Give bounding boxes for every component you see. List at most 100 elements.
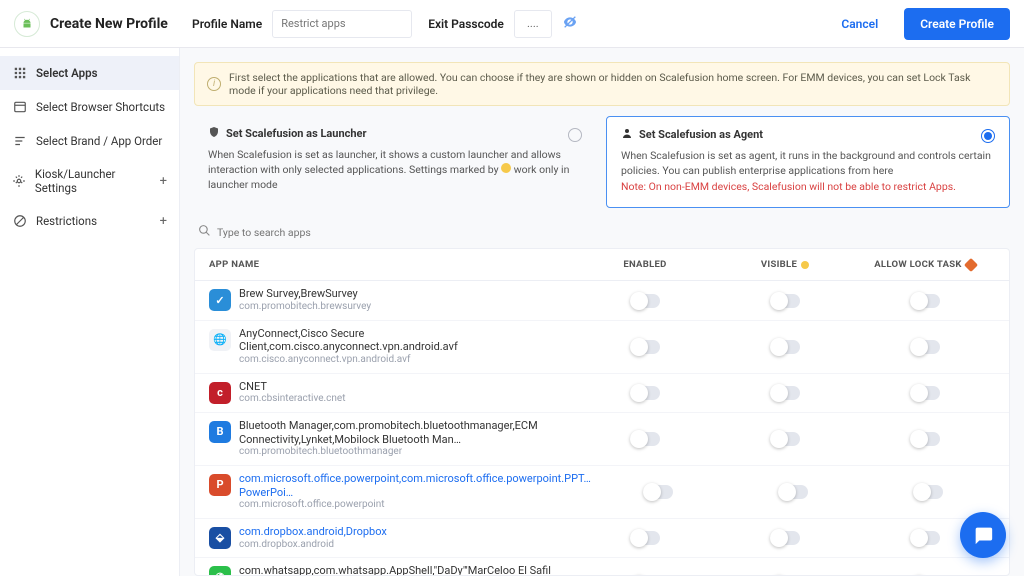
- app-package: com.cbsinteractive.cnet: [239, 393, 346, 406]
- apps-table: APP NAME ENABLED VISIBLE ALLOW LOCK TASK…: [194, 248, 1010, 576]
- toggle-visible[interactable]: [770, 531, 800, 545]
- brand: Create New Profile: [14, 11, 176, 37]
- search-icon: [198, 224, 211, 240]
- banner-text: First select the applications that are a…: [229, 71, 997, 97]
- expand-icon[interactable]: +: [160, 174, 167, 189]
- app-link[interactable]: PowerPoi…: [239, 486, 293, 499]
- list-icon: [12, 133, 28, 149]
- toggle-lock[interactable]: [913, 485, 943, 499]
- app-name: com.microsoft.office.powerpoint,com.micr…: [239, 472, 591, 500]
- col-app-name: APP NAME: [209, 259, 575, 270]
- table-row: ✓ Brew Survey,BrewSurveycom.promobitech.b…: [195, 281, 1009, 320]
- exit-passcode-group: Exit Passcode: [428, 10, 578, 38]
- mode-selector: Set Scalefusion as Launcher When Scalefu…: [194, 116, 1010, 208]
- sidebar-item-label: Restrictions: [36, 214, 97, 228]
- toggle-visible[interactable]: [770, 386, 800, 400]
- app-package: com.dropbox.android: [239, 539, 387, 552]
- app-name: AnyConnect,Cisco Secure Client,com.cisco…: [239, 327, 575, 355]
- sidebar-item-label: Kiosk/Launcher Settings: [35, 167, 152, 195]
- toggle-lock[interactable]: [910, 294, 940, 308]
- toggle-enabled[interactable]: [630, 531, 660, 545]
- toggle-lock[interactable]: [910, 531, 940, 545]
- sidebar-item-browser-shortcuts[interactable]: Select Browser Shortcuts: [0, 90, 179, 124]
- android-logo-icon: [14, 11, 40, 37]
- profile-name-group: Profile Name: [192, 10, 412, 38]
- lock-marker-icon: [964, 258, 978, 272]
- sidebar-item-label: Select Brand / App Order: [36, 134, 162, 148]
- mode-agent-title: Set Scalefusion as Agent: [639, 128, 763, 141]
- info-icon: i: [207, 77, 221, 91]
- exit-passcode-label: Exit Passcode: [428, 17, 504, 31]
- table-row: c CNETcom.cbsinteractive.cnet: [195, 374, 1009, 413]
- main-content: i First select the applications that are…: [180, 48, 1024, 576]
- sidebar-item-label: Select Browser Shortcuts: [36, 100, 165, 114]
- profile-name-label: Profile Name: [192, 17, 262, 31]
- browser-icon: [12, 99, 28, 115]
- app-link[interactable]: com.dropbox.android,Dropbox: [239, 525, 387, 538]
- sidebar: Select Apps Select Browser Shortcuts Sel…: [0, 48, 180, 576]
- chat-fab[interactable]: [960, 512, 1006, 558]
- app-package: com.promobitech.brewsurvey: [239, 301, 371, 314]
- app-link[interactable]: com.microsoft.office.powerpoint,com.micr…: [239, 472, 591, 485]
- grid-icon: [12, 65, 28, 81]
- info-banner: i First select the applications that are…: [194, 62, 1010, 106]
- toggle-visible[interactable]: [770, 340, 800, 354]
- marker-icon: [501, 163, 511, 173]
- expand-icon[interactable]: +: [160, 214, 167, 229]
- toggle-enabled[interactable]: [630, 340, 660, 354]
- col-lock: ALLOW LOCK TASK: [855, 259, 995, 270]
- radio-agent[interactable]: [981, 129, 995, 143]
- toggle-enabled[interactable]: [630, 386, 660, 400]
- block-icon: [12, 213, 28, 229]
- app-name: Brew Survey,BrewSurvey: [239, 287, 371, 301]
- toggle-visible[interactable]: [770, 294, 800, 308]
- toggle-visible[interactable]: [770, 432, 800, 446]
- mode-agent-card[interactable]: Set Scalefusion as Agent When Scalefusio…: [606, 116, 1010, 208]
- col-visible: VISIBLE: [715, 259, 855, 270]
- table-row: ✆ com.whatsapp,com.whatsapp.AppShell,"DaD…: [195, 558, 1009, 575]
- sidebar-item-label: Select Apps: [36, 66, 98, 80]
- toggle-enabled[interactable]: [643, 485, 673, 499]
- mode-agent-note: Note: On non-EMM devices, Scalefusion wi…: [621, 180, 995, 193]
- search-row: [194, 218, 1010, 248]
- agent-icon: [621, 127, 633, 142]
- toggle-lock[interactable]: [910, 432, 940, 446]
- top-bar: Create New Profile Profile Name Exit Pas…: [0, 0, 1024, 48]
- exit-passcode-input[interactable]: [514, 10, 552, 38]
- toggle-enabled[interactable]: [630, 294, 660, 308]
- toggle-lock[interactable]: [910, 386, 940, 400]
- app-package: com.promobitech.bluetoothmanager: [239, 446, 575, 459]
- sidebar-item-select-apps[interactable]: Select Apps: [0, 56, 179, 90]
- cancel-button[interactable]: Cancel: [831, 11, 888, 37]
- mode-agent-desc: When Scalefusion is set as agent, it run…: [621, 148, 995, 178]
- toggle-visible[interactable]: [778, 485, 808, 499]
- app-icon: B: [209, 421, 231, 443]
- app-name: Bluetooth Manager,com.promobitech.blueto…: [239, 419, 575, 447]
- toggle-lock[interactable]: [910, 340, 940, 354]
- sidebar-item-restrictions[interactable]: Restrictions +: [0, 204, 179, 238]
- sidebar-item-kiosk-settings[interactable]: Kiosk/Launcher Settings +: [0, 158, 179, 204]
- eye-toggle-icon[interactable]: [562, 14, 578, 34]
- app-package: com.cisco.anyconnect.vpn.android.avf: [239, 354, 575, 367]
- page-title: Create New Profile: [50, 16, 168, 32]
- app-package: com.microsoft.office.powerpoint: [239, 499, 591, 512]
- app-icon: ✆: [209, 566, 231, 575]
- toggle-enabled[interactable]: [630, 432, 660, 446]
- mode-launcher-card[interactable]: Set Scalefusion as Launcher When Scalefu…: [194, 116, 596, 208]
- table-row: ⬙com.dropbox.android,Dropboxcom.dropbox.…: [195, 519, 1009, 558]
- table-row: 🌐AnyConnect,Cisco Secure Client,com.cisc…: [195, 321, 1009, 374]
- app-name: com.dropbox.android,Dropbox: [239, 525, 387, 539]
- app-name: com.whatsapp,com.whatsapp.AppShell,"DaDy…: [239, 564, 575, 575]
- app-icon: c: [209, 382, 231, 404]
- create-profile-button[interactable]: Create Profile: [904, 8, 1010, 40]
- table-body[interactable]: ✓Brew Survey,BrewSurveycom.promobitech.b…: [195, 281, 1009, 575]
- radio-launcher[interactable]: [568, 128, 582, 142]
- sidebar-item-brand-order[interactable]: Select Brand / App Order: [0, 124, 179, 158]
- shield-icon: [208, 126, 220, 141]
- app-icon: ✓: [209, 289, 231, 311]
- app-name: CNET: [239, 380, 346, 394]
- search-input[interactable]: [217, 226, 1006, 239]
- marker-icon: [801, 261, 809, 269]
- gear-icon: [12, 173, 27, 189]
- profile-name-input[interactable]: [272, 10, 412, 38]
